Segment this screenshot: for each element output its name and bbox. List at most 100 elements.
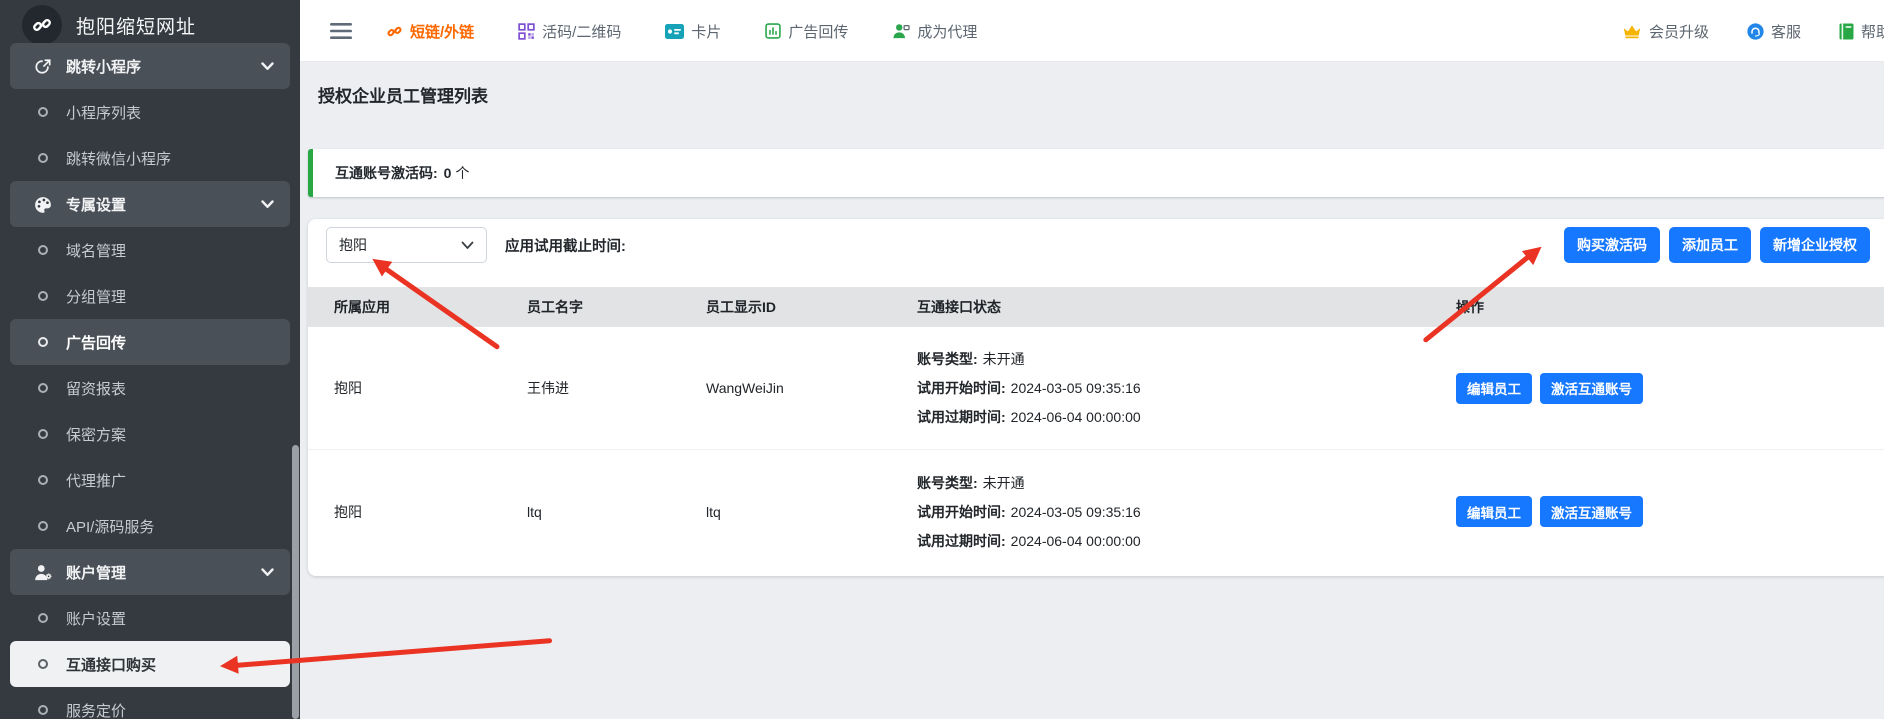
table-row: 抱阳ltqltq账号类型:未开通试用开始时间:2024-03-05 09:35:… xyxy=(308,450,1884,573)
nav-item-label: 帮助 xyxy=(1861,21,1884,42)
bullet-icon xyxy=(30,429,56,439)
nav-item-客服[interactable]: 客服 xyxy=(1747,21,1801,42)
status-value: 未开通 xyxy=(983,475,1025,491)
trial-deadline-label: 应用试用截止时间: xyxy=(505,235,626,256)
sidebar: 抱阳缩短网址 跳转小程序小程序列表跳转微信小程序专属设置域名管理分组管理广告回传… xyxy=(0,0,300,719)
navbar-menu: 短链/外链 活码/二维码 卡片 广告回传 成为代理 xyxy=(386,0,977,62)
crown-icon xyxy=(1622,23,1642,39)
nav-item-活码/二维码[interactable]: 活码/二维码 xyxy=(518,21,621,42)
table-header: 所属应用员工名字员工显示ID互通接口状态操作 xyxy=(308,287,1884,327)
sidebar-item-留资报表[interactable]: 留资报表 xyxy=(10,365,290,411)
chevron-down-icon xyxy=(261,568,274,577)
status-line: 账号类型: 未开通 xyxy=(917,349,1456,369)
status-line: 账号类型: 未开通 xyxy=(917,473,1456,493)
agent-icon xyxy=(892,23,910,39)
brand-title: 抱阳缩短网址 xyxy=(76,12,196,39)
sidebar-item-保密方案[interactable]: 保密方案 xyxy=(10,411,290,457)
bullet-icon xyxy=(30,107,56,117)
app-select-value: 抱阳 xyxy=(339,235,367,255)
link-icon xyxy=(386,23,403,40)
activation-code-alert: 互通账号激活码: 0 个 xyxy=(308,149,1884,197)
user-gear-icon xyxy=(30,564,56,581)
help-book-icon xyxy=(1839,23,1854,40)
sidebar-item-label: API/源码服务 xyxy=(66,516,154,537)
employee-table: 所属应用员工名字员工显示ID互通接口状态操作 抱阳王伟进WangWeiJin账号… xyxy=(308,287,1884,573)
nav-item-label: 活码/二维码 xyxy=(542,21,621,42)
sidebar-item-账户设置[interactable]: 账户设置 xyxy=(10,595,290,641)
sidebar-item-分组管理[interactable]: 分组管理 xyxy=(10,273,290,319)
status-label: 账号类型: xyxy=(917,475,978,491)
sidebar-item-label: 跳转小程序 xyxy=(66,56,141,77)
ad-callback-icon xyxy=(765,23,781,39)
sidebar-item-服务定价[interactable]: 服务定价 xyxy=(10,687,290,719)
status-label: 试用开始时间: xyxy=(917,504,1006,520)
navbar-user-menu: 会员升级 客服 帮助 xyxy=(1622,0,1884,62)
sidebar-item-label: 广告回传 xyxy=(66,332,126,353)
新增企业授权-button[interactable]: 新增企业授权 xyxy=(1760,227,1870,263)
status-line: 试用开始时间:2024-03-05 09:35:16 xyxy=(917,502,1456,522)
nav-item-label: 客服 xyxy=(1771,21,1801,42)
sidebar-scrollbar-thumb[interactable] xyxy=(292,445,299,719)
sidebar-item-label: 分组管理 xyxy=(66,286,126,307)
top-navbar: 短链/外链 活码/二维码 卡片 广告回传 成为代理 会员升级 客服 帮助 xyxy=(300,0,1884,62)
激活互通账号-button[interactable]: 激活互通账号 xyxy=(1540,373,1643,404)
添加员工-button[interactable]: 添加员工 xyxy=(1669,227,1751,263)
hamburger-icon[interactable] xyxy=(326,16,356,46)
sidebar-item-账户管理[interactable]: 账户管理 xyxy=(10,549,290,595)
column-header-操作: 操作 xyxy=(1456,297,1884,317)
column-header-员工显示ID: 员工显示ID xyxy=(706,297,917,317)
nav-item-会员升级[interactable]: 会员升级 xyxy=(1622,21,1709,42)
sidebar-item-代理推广[interactable]: 代理推广 xyxy=(10,457,290,503)
card-icon xyxy=(665,24,684,39)
alert-count: 0 xyxy=(444,165,452,181)
status-value: 未开通 xyxy=(983,351,1025,367)
column-header-互通接口状态: 互通接口状态 xyxy=(917,297,1456,317)
cell-actions: 编辑员工激活互通账号 xyxy=(1456,496,1884,527)
编辑员工-button[interactable]: 编辑员工 xyxy=(1456,373,1532,404)
激活互通账号-button[interactable]: 激活互通账号 xyxy=(1540,496,1643,527)
toolbar-buttons: 购买激活码添加员工新增企业授权 xyxy=(1564,227,1870,263)
cell-interface-status: 账号类型: 未开通试用开始时间:2024-03-05 09:35:16 试用过期时间… xyxy=(917,349,1456,427)
sidebar-item-label: 跳转微信小程序 xyxy=(66,148,171,169)
sidebar-item-label: 保密方案 xyxy=(66,424,126,445)
toolbar: 抱阳 应用试用截止时间: 购买激活码添加员工新增企业授权 xyxy=(308,219,1884,263)
bullet-icon xyxy=(30,383,56,393)
sidebar-item-label: 域名管理 xyxy=(66,240,126,261)
status-label: 试用过期时间: xyxy=(917,409,1006,425)
nav-item-卡片[interactable]: 卡片 xyxy=(665,21,721,42)
status-line: 试用过期时间:2024-06-04 00:00:00 xyxy=(917,531,1456,551)
chevron-down-icon xyxy=(461,241,474,250)
sidebar-item-广告回传[interactable]: 广告回传 xyxy=(10,319,290,365)
chevron-down-icon xyxy=(261,62,274,71)
sidebar-item-域名管理[interactable]: 域名管理 xyxy=(10,227,290,273)
status-label: 账号类型: xyxy=(917,351,978,367)
sidebar-item-label: 小程序列表 xyxy=(66,102,141,123)
nav-item-短链/外链[interactable]: 短链/外链 xyxy=(386,21,474,42)
chain-link-icon xyxy=(22,5,62,45)
bullet-icon xyxy=(30,337,56,347)
table-body: 抱阳王伟进WangWeiJin账号类型:未开通试用开始时间:2024-03-05… xyxy=(308,327,1884,573)
购买激活码-button[interactable]: 购买激活码 xyxy=(1564,227,1660,263)
nav-item-label: 卡片 xyxy=(691,21,721,42)
page-title: 授权企业员工管理列表 xyxy=(318,82,1884,107)
status-line: 试用开始时间:2024-03-05 09:35:16 xyxy=(917,378,1456,398)
bullet-icon xyxy=(30,291,56,301)
编辑员工-button[interactable]: 编辑员工 xyxy=(1456,496,1532,527)
status-label: 试用过期时间: xyxy=(917,533,1006,549)
nav-item-帮助[interactable]: 帮助 xyxy=(1839,21,1884,42)
nav-item-广告回传[interactable]: 广告回传 xyxy=(765,21,848,42)
sidebar-item-API/源码服务[interactable]: API/源码服务 xyxy=(10,503,290,549)
sidebar-item-专属设置[interactable]: 专属设置 xyxy=(10,181,290,227)
cell-employee-name: 王伟进 xyxy=(527,378,706,398)
sidebar-item-跳转微信小程序[interactable]: 跳转微信小程序 xyxy=(10,135,290,181)
sidebar-item-label: 服务定价 xyxy=(66,700,126,719)
nav-item-成为代理[interactable]: 成为代理 xyxy=(892,21,977,42)
status-value: 2024-06-04 00:00:00 xyxy=(1011,409,1141,425)
sidebar-item-跳转小程序[interactable]: 跳转小程序 xyxy=(10,43,290,89)
app-select[interactable]: 抱阳 xyxy=(326,227,487,263)
employee-table-card: 抱阳 应用试用截止时间: 购买激活码添加员工新增企业授权 所属应用员工名字员工显… xyxy=(308,219,1884,576)
sidebar-item-小程序列表[interactable]: 小程序列表 xyxy=(10,89,290,135)
cell-interface-status: 账号类型: 未开通试用开始时间:2024-03-05 09:35:16 试用过期时间… xyxy=(917,473,1456,551)
bullet-icon xyxy=(30,153,56,163)
column-header-员工名字: 员工名字 xyxy=(527,297,706,317)
